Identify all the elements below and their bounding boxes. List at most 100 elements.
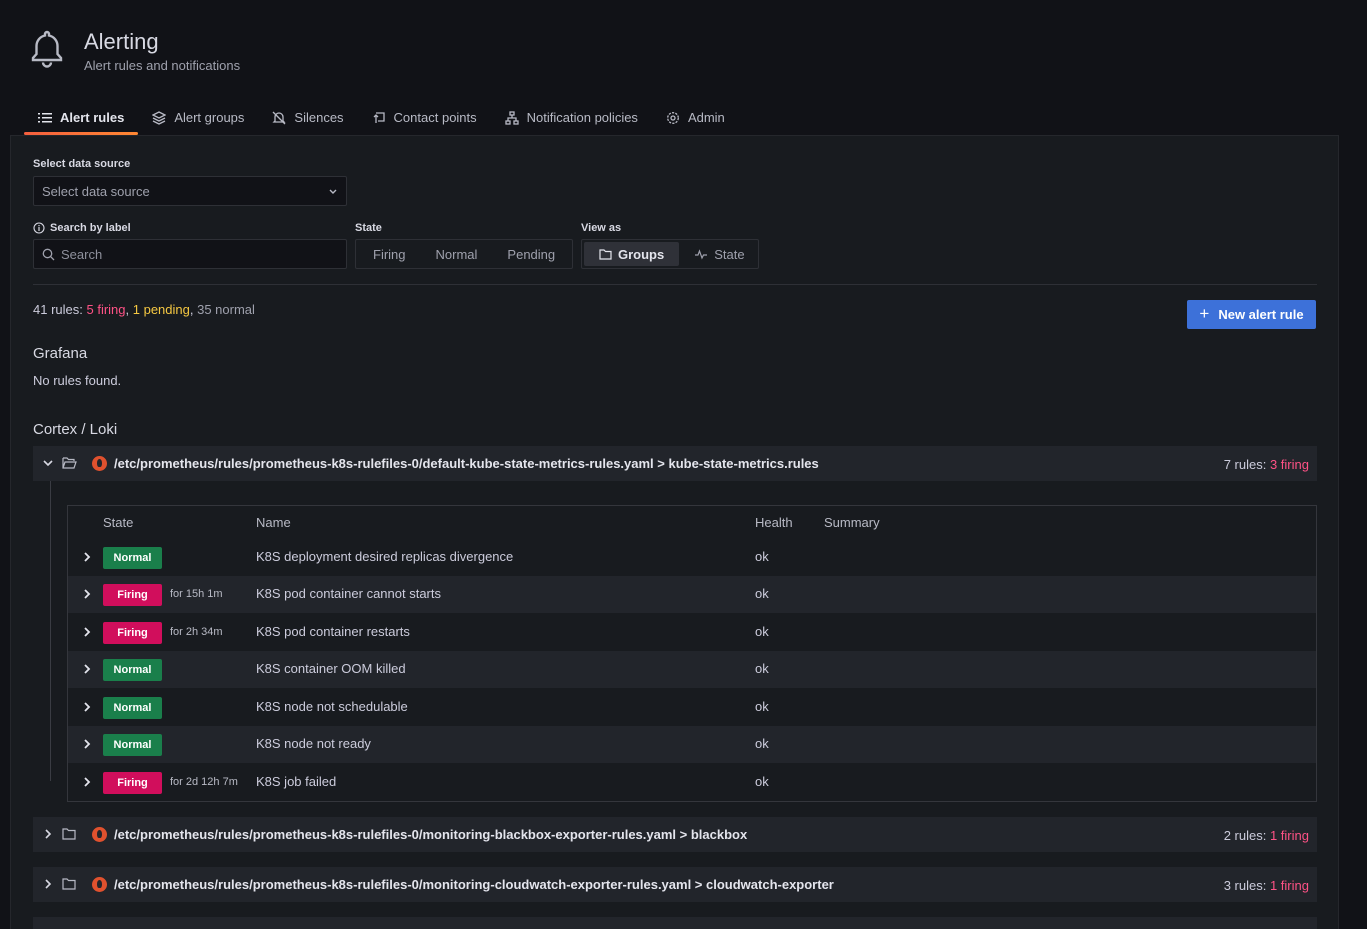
- tab-alert-groups[interactable]: Alert groups: [138, 100, 258, 135]
- col-name: Name: [256, 515, 291, 530]
- chevron-right-icon[interactable]: [82, 701, 92, 713]
- state-label: State: [355, 222, 382, 234]
- state-option-firing[interactable]: Firing: [358, 242, 421, 266]
- tab-admin[interactable]: Admin: [652, 100, 739, 135]
- view-as-toggle: Groups State: [581, 239, 759, 269]
- tab-label: Silences: [294, 110, 344, 125]
- chevron-down-icon: [329, 189, 337, 194]
- table-row[interactable]: Normal K8S deployment desired replicas d…: [68, 539, 1316, 576]
- chevron-right-icon[interactable]: [42, 878, 54, 890]
- new-alert-rule-label: New alert rule: [1218, 307, 1304, 322]
- summary-total: 41 rules:: [33, 302, 87, 317]
- search-label: Search by label: [33, 222, 131, 234]
- table-header: State Name Health Summary: [68, 506, 1316, 538]
- folder-icon: [62, 828, 76, 840]
- chevron-right-icon[interactable]: [42, 828, 54, 840]
- summary-firing: 5 firing: [86, 302, 126, 317]
- rule-group-count: 3 rules: 1 firing: [1224, 878, 1309, 893]
- view-option-groups[interactable]: Groups: [584, 242, 680, 266]
- new-alert-rule-button[interactable]: + New alert rule: [1187, 300, 1316, 329]
- state-badge: Normal: [103, 734, 162, 756]
- col-health: Health: [755, 515, 793, 530]
- rule-group-total: 2 rules:: [1223, 828, 1270, 843]
- chevron-right-icon[interactable]: [82, 626, 92, 638]
- heartbeat-icon: [695, 248, 708, 260]
- state-badge: Firing: [103, 622, 162, 644]
- state-duration: for 2d 12h 7m: [170, 776, 238, 788]
- state-badge: Normal: [103, 547, 162, 569]
- view-option-label: Groups: [618, 246, 665, 262]
- chevron-right-icon[interactable]: [82, 738, 92, 750]
- sitemap-icon: [505, 110, 519, 125]
- comment-arrow-icon: [373, 111, 385, 123]
- view-option-label: State: [714, 246, 745, 262]
- view-as-label: View as: [581, 222, 622, 234]
- section-title-cortex: Cortex / Loki: [33, 421, 118, 438]
- divider: [33, 284, 1317, 285]
- list-icon: [38, 112, 52, 122]
- folder-icon: [599, 248, 612, 260]
- chevron-down-icon[interactable]: [42, 457, 54, 469]
- state-duration: for 2h 34m: [170, 626, 223, 638]
- summary-sep: ,: [125, 302, 133, 317]
- datasource-select[interactable]: Select data source: [33, 176, 347, 206]
- rule-group-count: 7 rules: 3 firing: [1224, 457, 1309, 472]
- table-row[interactable]: Firing for 15h 1m K8S pod container cann…: [68, 576, 1316, 613]
- folder-icon: [62, 878, 76, 890]
- rule-group-firing: 3 firing: [1269, 457, 1309, 472]
- rule-health: ok: [755, 586, 769, 601]
- tab-notification-policies[interactable]: Notification policies: [491, 100, 652, 135]
- rule-health: ok: [755, 699, 769, 714]
- table-row[interactable]: Normal K8S node not ready ok: [68, 726, 1316, 763]
- rule-group-count: 2 rules: 1 firing: [1224, 828, 1309, 843]
- rule-group-row[interactable]: /etc/prometheus/rules/prometheus-k8s-rul…: [33, 867, 1317, 902]
- tab-label: Notification policies: [526, 110, 638, 125]
- datasource-placeholder: Select data source: [42, 183, 150, 199]
- rule-group-row[interactable]: /etc/prometheus/rules/prometheus-k8s-rul…: [33, 446, 1317, 481]
- tab-contact-points[interactable]: Contact points: [358, 100, 491, 135]
- table-row[interactable]: Firing for 2h 34m K8S pod container rest…: [68, 614, 1316, 651]
- state-option-pending[interactable]: Pending: [492, 242, 570, 266]
- page-title: Alerting: [84, 29, 159, 54]
- view-option-state[interactable]: State: [679, 242, 759, 266]
- col-state: State: [103, 515, 134, 530]
- layers-icon: [152, 110, 167, 125]
- chevron-right-icon[interactable]: [82, 551, 92, 563]
- rule-name: K8S job failed: [256, 774, 337, 789]
- section-title-grafana: Grafana: [33, 345, 88, 362]
- state-duration: for 15h 1m: [170, 588, 223, 600]
- table-row[interactable]: Normal K8S container OOM killed ok: [68, 651, 1316, 688]
- state-filter: Firing Normal Pending: [355, 239, 573, 269]
- tab-silences[interactable]: Silences: [258, 100, 357, 135]
- fire-icon: [92, 827, 107, 842]
- chevron-right-icon[interactable]: [82, 663, 92, 675]
- rule-health: ok: [755, 661, 769, 676]
- search-placeholder: Search: [61, 246, 103, 262]
- folder-open-icon: [62, 457, 77, 469]
- chevron-right-icon[interactable]: [82, 776, 92, 788]
- page-header: Alerting Alert rules and notifications A…: [0, 0, 1367, 136]
- tab-bar: Alert rules Alert groups Silences Contac…: [24, 100, 739, 136]
- tab-label: Alert rules: [60, 110, 125, 125]
- state-option-normal[interactable]: Normal: [421, 242, 493, 266]
- rule-group-row[interactable]: /etc/prometheus/rules/prometheus-k8s-rul…: [33, 817, 1317, 852]
- rule-health: ok: [755, 736, 769, 751]
- tab-alert-rules[interactable]: Alert rules: [24, 100, 139, 135]
- table-row[interactable]: Firing for 2d 12h 7m K8S job failed ok: [68, 764, 1316, 801]
- rule-name: K8S pod container restarts: [256, 624, 410, 639]
- summary-pending: 1 pending: [132, 302, 190, 317]
- table-row[interactable]: Normal K8S node not schedulable ok: [68, 689, 1316, 726]
- search-input[interactable]: Search: [33, 239, 347, 269]
- rules-summary: 41 rules: 5 firing, 1 pending, 35 normal: [33, 302, 255, 317]
- state-badge: Firing: [103, 584, 162, 606]
- tab-label: Contact points: [393, 110, 477, 125]
- rule-health: ok: [755, 624, 769, 639]
- tree-line: [50, 481, 51, 781]
- rule-group-row[interactable]: [33, 917, 1317, 929]
- fire-icon: [92, 456, 107, 471]
- chevron-right-icon[interactable]: [82, 588, 92, 600]
- state-badge: Firing: [103, 772, 162, 794]
- summary-normal: 35 normal: [197, 302, 255, 317]
- rule-group-total: 3 rules:: [1223, 878, 1270, 893]
- rules-table: State Name Health Summary Normal K8S dep…: [67, 505, 1317, 802]
